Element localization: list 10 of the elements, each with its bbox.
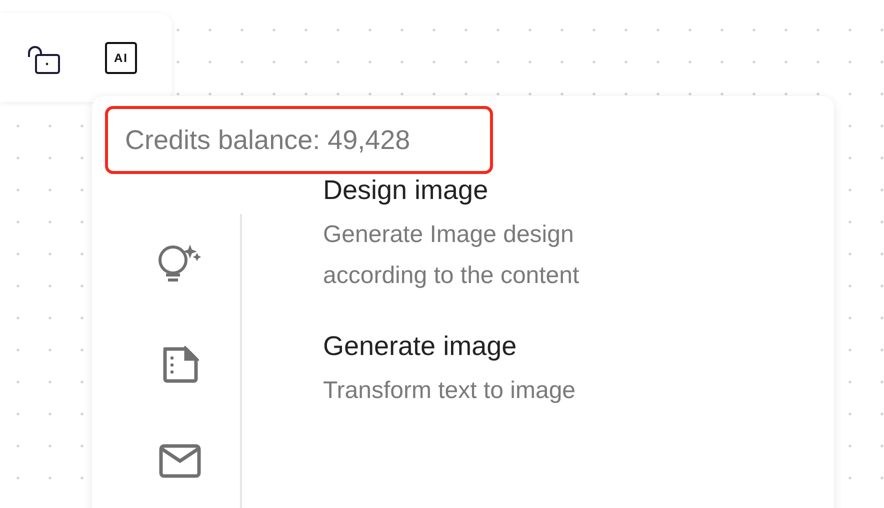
mail-icon (159, 444, 201, 478)
item-title: Generate image (323, 330, 518, 363)
item-description: Transform text to image (323, 376, 577, 406)
menu-item[interactable]: Generate image Transform text to image (323, 328, 703, 411)
ai-button[interactable]: AI (105, 42, 137, 74)
item-description: Generate Image design according to the content (323, 220, 580, 291)
menu-item[interactable]: Design image Generate Image design according to the content (323, 172, 703, 296)
item-title: Design image (323, 174, 490, 207)
document-icon (161, 346, 199, 384)
credits-balance: Credits balance: 49,428 (125, 124, 410, 157)
